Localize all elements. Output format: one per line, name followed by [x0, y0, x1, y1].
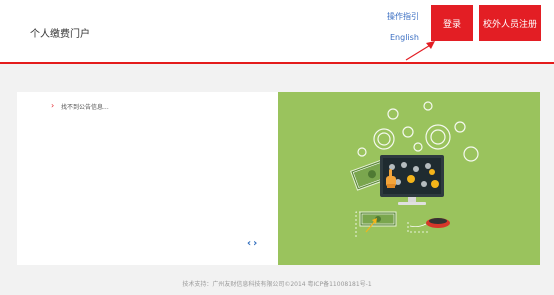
next-button[interactable]: ›: [253, 238, 259, 249]
header-divider: [0, 62, 554, 64]
guide-link[interactable]: 操作指引: [387, 11, 419, 22]
payment-illustration: [350, 101, 479, 237]
notice-text[interactable]: 找不到公告信息...: [61, 102, 109, 111]
chevron-right-icon: ›: [51, 101, 55, 110]
footer-text: 技术支持：广州友财信息科技有限公司©2014 粤ICP备11008181号-1: [182, 281, 372, 288]
pointer-arrow-icon: [405, 41, 435, 61]
banner-panel: [278, 92, 540, 265]
pager: ‹›: [247, 238, 259, 249]
notice-panel: [17, 92, 278, 265]
register-button[interactable]: 校外人员注册: [479, 5, 541, 41]
page-title: 个人缴费门户: [30, 29, 90, 40]
